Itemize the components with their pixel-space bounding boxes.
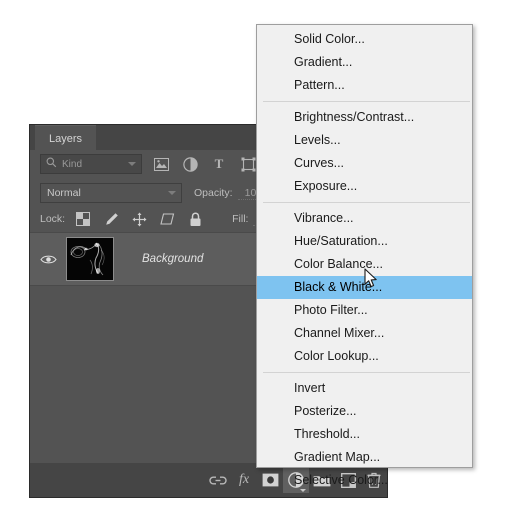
chevron-down-icon (128, 162, 136, 166)
mouse-pointer (364, 268, 379, 295)
chevron-down-icon (168, 191, 176, 195)
menu-item[interactable]: Invert (257, 377, 472, 400)
menu-item[interactable]: Photo Filter... (257, 299, 472, 322)
lock-label: Lock: (40, 213, 66, 225)
new-fill-or-adjustment-layer-menu: Solid Color... Gradient... Pattern... Brigh… (256, 24, 473, 487)
layer-style-fx-icon[interactable]: fx (231, 467, 257, 493)
menu-item[interactable]: Pattern... (257, 74, 472, 97)
lock-transparent-pixels-icon[interactable] (74, 210, 92, 228)
menu-item[interactable]: Channel Mixer... (257, 322, 472, 345)
filter-kind-select[interactable]: Kind (40, 154, 142, 174)
filter-kind-label: Kind (62, 158, 83, 170)
screenshot-root: Layers Kind T Normal Opacity: Lock: Fill… (0, 0, 506, 519)
menu-item[interactable]: Vibrance... (257, 207, 472, 230)
search-icon (46, 155, 57, 173)
menu-item[interactable]: Curves... (257, 152, 472, 175)
link-layers-icon[interactable] (205, 467, 231, 493)
lock-position-icon[interactable] (130, 210, 148, 228)
menu-item[interactable]: Gradient Map... (257, 446, 472, 469)
layer-thumbnail[interactable] (66, 237, 114, 281)
fill-label: Fill: (232, 213, 249, 225)
menu-item[interactable]: Gradient... (257, 51, 472, 74)
filter-shape-icon[interactable] (239, 155, 257, 173)
menu-separator (263, 372, 470, 373)
menu-item[interactable]: Solid Color... (257, 28, 472, 51)
lock-image-pixels-icon[interactable] (102, 210, 120, 228)
menu-item[interactable]: Brightness/Contrast... (257, 106, 472, 129)
tab-layers[interactable]: Layers (35, 125, 97, 151)
menu-item[interactable]: Selective Color... (257, 469, 472, 492)
menu-item[interactable]: Posterize... (257, 400, 472, 423)
lock-all-icon[interactable] (186, 210, 204, 228)
opacity-label: Opacity: (194, 187, 233, 199)
layer-name[interactable]: Background (142, 253, 203, 265)
fx-label: fx (238, 472, 250, 487)
menu-item[interactable]: Hue/Saturation... (257, 230, 472, 253)
eye-icon (39, 255, 57, 263)
filter-type-icon[interactable]: T (210, 155, 228, 173)
filter-pixel-icon[interactable] (152, 155, 170, 173)
lock-artboard-nesting-icon[interactable] (158, 210, 176, 228)
filter-adjustment-icon[interactable] (181, 155, 199, 173)
menu-item[interactable]: Threshold... (257, 423, 472, 446)
blend-mode-select[interactable]: Normal (40, 183, 182, 203)
lock-icons (74, 210, 204, 228)
blend-mode-value: Normal (47, 187, 81, 199)
tab-layers-label: Layers (49, 132, 83, 145)
menu-item[interactable]: Levels... (257, 129, 472, 152)
menu-separator (263, 202, 470, 203)
menu-item[interactable]: Color Lookup... (257, 345, 472, 368)
menu-item[interactable]: Exposure... (257, 175, 472, 198)
menu-separator (263, 101, 470, 102)
layer-visibility-toggle[interactable] (30, 254, 66, 265)
